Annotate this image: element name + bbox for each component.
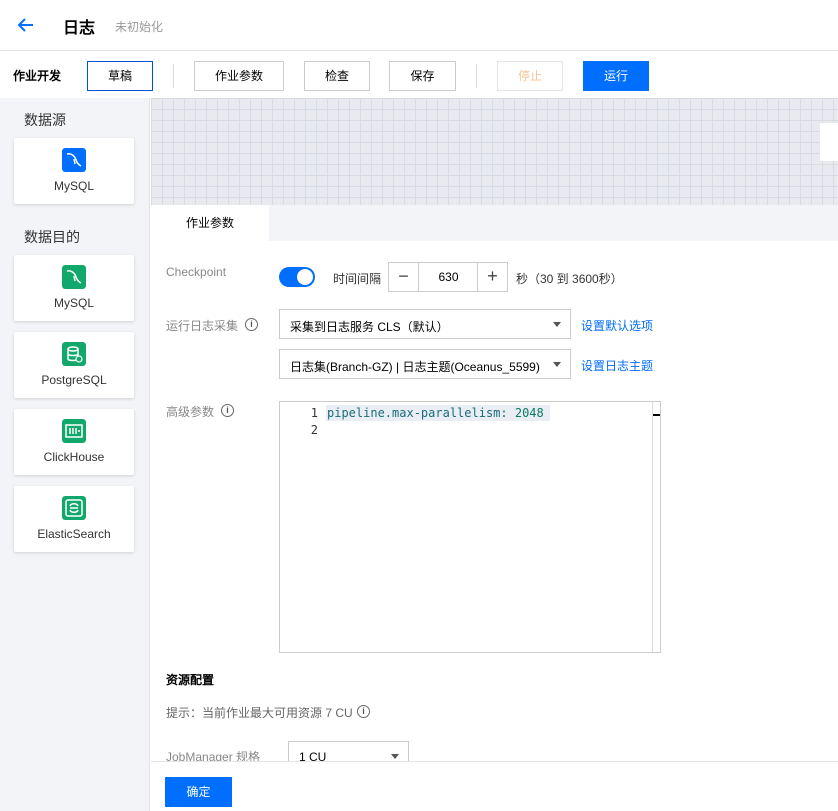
- line-number: 1: [310, 406, 318, 420]
- interval-stepper: − 630 +: [388, 262, 508, 292]
- toggle-knob: [297, 269, 313, 285]
- target-section-title: 数据目的: [24, 229, 80, 245]
- info-icon[interactable]: i: [357, 705, 370, 718]
- save-button[interactable]: 保存: [389, 61, 456, 91]
- card-label: MySQL: [53, 296, 94, 310]
- toolbar-divider: [476, 64, 477, 88]
- toolbar-divider: [173, 64, 174, 88]
- clickhouse-icon: [62, 419, 86, 443]
- log-collection-label: 运行日志采集: [166, 319, 239, 333]
- tab-bar: 作业参数: [151, 205, 838, 241]
- select-value: 日志集(Branch-GZ) | 日志主题(Oceanus_5599): [290, 360, 540, 374]
- tab-job-params[interactable]: 作业参数: [151, 205, 269, 241]
- interval-unit-text: 秒（30 到 3600秒）: [516, 272, 623, 286]
- confirm-button[interactable]: 确定: [165, 777, 232, 807]
- page-header: 日志 未初始化: [0, 0, 838, 51]
- back-arrow-icon[interactable]: [17, 16, 35, 34]
- draft-button[interactable]: 草稿: [87, 61, 153, 91]
- toolbar-title: 作业开发: [13, 69, 62, 83]
- target-card-elasticsearch[interactable]: ElasticSearch: [14, 486, 134, 552]
- advanced-params-editor[interactable]: 1 2 pipeline.max-parallelism: 2048: [279, 401, 661, 653]
- checkpoint-toggle[interactable]: [279, 267, 315, 287]
- source-card-mysql[interactable]: MySQL: [14, 138, 134, 204]
- elasticsearch-icon: [62, 496, 86, 520]
- code-separator: :: [500, 406, 515, 420]
- job-params-panel: 作业参数 Checkpoint 时间间隔 − 630 + 秒（30 到 3600…: [151, 205, 838, 811]
- job-params-button[interactable]: 作业参数: [194, 61, 284, 91]
- mysql-icon: [62, 265, 86, 289]
- stop-button[interactable]: 停止: [497, 61, 563, 91]
- caret-down-icon: [391, 754, 399, 759]
- code-key: pipeline.max-parallelism: [327, 406, 501, 420]
- interval-input[interactable]: 630: [420, 263, 477, 291]
- caret-down-icon: [553, 362, 561, 367]
- component-sidebar: 数据源 MySQL 数据目的 MySQL PostgreSQL ClickHou…: [0, 98, 150, 811]
- target-card-clickhouse[interactable]: ClickHouse: [14, 409, 134, 475]
- page-title: 日志: [63, 20, 96, 37]
- interval-label: 时间间隔: [333, 272, 382, 286]
- target-card-postgresql[interactable]: PostgreSQL: [14, 332, 134, 398]
- card-label: ElasticSearch: [37, 527, 111, 541]
- set-default-link[interactable]: 设置默认选项: [581, 317, 653, 334]
- postgresql-icon: [62, 342, 86, 366]
- job-canvas[interactable]: [151, 98, 838, 205]
- run-button[interactable]: 运行: [583, 61, 649, 91]
- resource-hint: 提示：当前作业最大可用资源 7 CU: [166, 706, 353, 720]
- info-icon[interactable]: i: [221, 404, 234, 417]
- log-collection-select[interactable]: 采集到日志服务 CLS（默认）: [279, 309, 571, 339]
- line-number: 2: [310, 423, 318, 437]
- checkpoint-label: Checkpoint: [166, 265, 227, 279]
- canvas-node[interactable]: [820, 123, 838, 161]
- increment-button[interactable]: +: [477, 263, 507, 291]
- code-value: 2048: [514, 406, 544, 420]
- toolbar: 作业开发 草稿 作业参数 检查 保存 停止 运行: [0, 52, 838, 98]
- editor-scrollbar[interactable]: [652, 402, 660, 652]
- caret-down-icon: [553, 322, 561, 327]
- card-label: MySQL: [53, 179, 94, 193]
- info-icon[interactable]: i: [245, 318, 258, 331]
- source-section-title: 数据源: [24, 112, 66, 128]
- card-label: ClickHouse: [43, 450, 105, 464]
- editor-cursor: [653, 414, 660, 416]
- resource-config-heading: 资源配置: [166, 673, 215, 687]
- set-log-topic-link[interactable]: 设置日志主题: [581, 357, 653, 374]
- status-text: 未初始化: [115, 20, 164, 34]
- code-line: pipeline.max-parallelism: 2048: [326, 405, 550, 421]
- logset-select[interactable]: 日志集(Branch-GZ) | 日志主题(Oceanus_5599): [279, 349, 571, 379]
- decrement-button[interactable]: −: [389, 263, 419, 291]
- advanced-params-label: 高级参数: [166, 405, 215, 419]
- panel-footer: 确定: [151, 761, 838, 811]
- target-card-mysql[interactable]: MySQL: [14, 255, 134, 321]
- check-button[interactable]: 检查: [304, 61, 370, 91]
- select-value: 采集到日志服务 CLS（默认）: [290, 320, 449, 334]
- mysql-icon: [62, 148, 86, 172]
- card-label: PostgreSQL: [41, 373, 107, 387]
